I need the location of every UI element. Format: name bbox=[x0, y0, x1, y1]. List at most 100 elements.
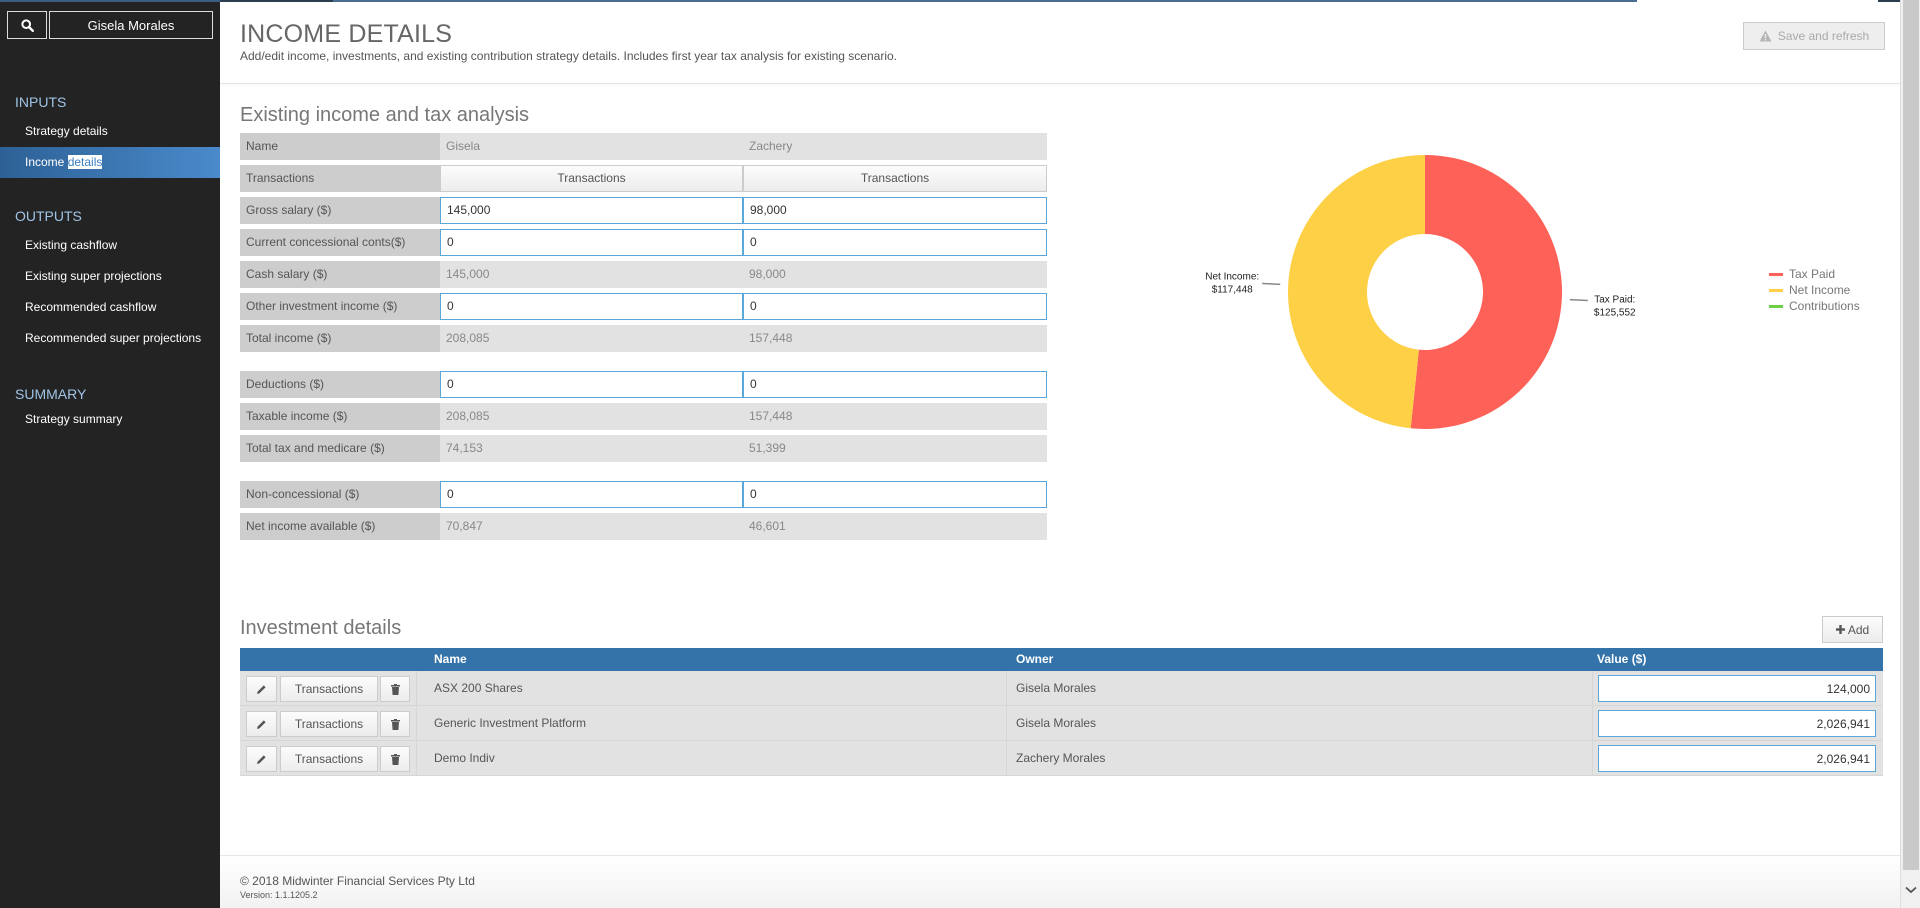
legend-label: Net Income bbox=[1789, 283, 1851, 297]
income-row-total-tax: Total tax and medicare ($) 74,153 51,399 bbox=[240, 435, 1047, 462]
column-header-owner: Owner bbox=[1016, 652, 1054, 666]
zachery-non-concessional-input[interactable] bbox=[743, 481, 1047, 508]
row-label: Cash salary ($) bbox=[240, 261, 440, 288]
pencil-icon bbox=[257, 684, 266, 694]
nav-section-inputs: INPUTS Strategy details Income details bbox=[0, 92, 220, 178]
zachery-concessional-input[interactable] bbox=[743, 229, 1047, 256]
page-header: INCOME DETAILS Add/edit income, investme… bbox=[220, 2, 1900, 84]
transactions-button[interactable]: Transactions bbox=[280, 746, 378, 772]
income-row-other-investment: Other investment income ($) bbox=[240, 293, 1047, 320]
gisela-taxable-income: 208,085 bbox=[440, 403, 743, 430]
row-label: Gross salary ($) bbox=[240, 197, 440, 224]
legend-swatch-net-income bbox=[1769, 288, 1783, 292]
row-label: Taxable income ($) bbox=[240, 403, 440, 430]
income-row-taxable-income: Taxable income ($) 208,085 157,448 bbox=[240, 403, 1047, 430]
zachery-cash-salary: 98,000 bbox=[743, 261, 1047, 288]
legend-label: Contributions bbox=[1789, 299, 1860, 313]
label-connector bbox=[1569, 298, 1588, 302]
sidebar-item-strategy-details[interactable]: Strategy details bbox=[0, 116, 220, 147]
gisela-cash-salary: 145,000 bbox=[440, 261, 743, 288]
delete-button[interactable] bbox=[380, 711, 410, 737]
investment-value-input[interactable] bbox=[1598, 710, 1876, 737]
nav-heading-inputs: INPUTS bbox=[15, 94, 67, 110]
investment-value-input[interactable] bbox=[1598, 745, 1876, 772]
income-row-gross-salary: Gross salary ($) bbox=[240, 197, 1047, 224]
sidebar-item-existing-super-projections[interactable]: Existing super projections bbox=[0, 261, 220, 292]
investment-table-header: Name Owner Value ($) bbox=[240, 648, 1883, 671]
gisela-deductions-input[interactable] bbox=[440, 371, 743, 398]
row-label: Transactions bbox=[240, 165, 440, 192]
delete-button[interactable] bbox=[380, 676, 410, 702]
investment-owner: Zachery Morales bbox=[1016, 751, 1106, 765]
label-connector bbox=[1262, 282, 1281, 286]
slice-value-label: $117,448 bbox=[1212, 284, 1253, 295]
gisela-total-income: 208,085 bbox=[440, 325, 743, 352]
investment-table: Name Owner Value ($) Transactions ASX 20… bbox=[240, 648, 1883, 776]
zachery-total-income: 157,448 bbox=[743, 325, 1047, 352]
table-row: Transactions Demo Indiv Zachery Morales bbox=[240, 741, 1883, 776]
row-label: Deductions ($) bbox=[240, 371, 440, 398]
zachery-transactions-button[interactable]: Transactions bbox=[743, 165, 1047, 192]
transactions-button[interactable]: Transactions bbox=[280, 676, 378, 702]
row-label: Total tax and medicare ($) bbox=[240, 435, 440, 462]
scroll-down-button[interactable] bbox=[1901, 880, 1920, 900]
zachery-other-investment-input[interactable] bbox=[743, 293, 1047, 320]
donut-slice-tax-paid[interactable] bbox=[1410, 155, 1562, 429]
sidebar-item-existing-cashflow[interactable]: Existing cashflow bbox=[0, 230, 220, 261]
search-icon bbox=[20, 18, 34, 32]
gisela-gross-salary-input[interactable] bbox=[440, 197, 743, 224]
donut-slice-net-income[interactable] bbox=[1288, 155, 1425, 429]
zachery-gross-salary-input[interactable] bbox=[743, 197, 1047, 224]
sidebar-item-income-details[interactable]: Income details bbox=[0, 147, 220, 178]
edit-button[interactable] bbox=[246, 676, 277, 702]
gisela-non-concessional-input[interactable] bbox=[440, 481, 743, 508]
row-label: Total income ($) bbox=[240, 325, 440, 352]
legend-item-net-income[interactable]: Net Income bbox=[1769, 282, 1860, 298]
page-title: INCOME DETAILS bbox=[240, 20, 453, 48]
nav-section-summary: SUMMARY Strategy summary bbox=[0, 384, 220, 435]
legend-item-contributions[interactable]: Contributions bbox=[1769, 298, 1860, 314]
trash-icon bbox=[390, 753, 400, 765]
gisela-transactions-button[interactable]: Transactions bbox=[440, 165, 743, 192]
save-and-refresh-button[interactable]: Save and refresh bbox=[1743, 22, 1885, 50]
investment-name: Generic Investment Platform bbox=[434, 716, 587, 730]
transactions-button[interactable]: Transactions bbox=[280, 711, 378, 737]
income-row-total-income: Total income ($) 208,085 157,448 bbox=[240, 325, 1047, 352]
gisela-concessional-input[interactable] bbox=[440, 229, 743, 256]
row-label: Non-concessional ($) bbox=[240, 481, 440, 508]
zachery-taxable-income: 157,448 bbox=[743, 403, 1047, 430]
chevron-down-icon bbox=[1905, 886, 1917, 894]
slice-label: Tax Paid: bbox=[1594, 295, 1635, 306]
trash-icon bbox=[390, 683, 400, 695]
search-button[interactable] bbox=[7, 11, 47, 39]
investment-value-input[interactable] bbox=[1598, 675, 1876, 702]
sidebar-item-recommended-super-projections[interactable]: Recommended super projections bbox=[0, 323, 220, 354]
add-investment-button[interactable]: Add bbox=[1822, 616, 1883, 643]
vertical-scrollbar[interactable] bbox=[1900, 0, 1920, 908]
legend-item-tax-paid[interactable]: Tax Paid bbox=[1769, 266, 1860, 282]
zachery-deductions-input[interactable] bbox=[743, 371, 1047, 398]
column-header-name: Name bbox=[434, 652, 467, 666]
pencil-icon bbox=[257, 719, 266, 729]
legend-label: Tax Paid bbox=[1789, 267, 1836, 281]
scrollbar-thumb[interactable] bbox=[1903, 0, 1919, 870]
row-label: Current concessional conts($) bbox=[240, 229, 440, 256]
sidebar-item-recommended-cashflow[interactable]: Recommended cashflow bbox=[0, 292, 220, 323]
gisela-other-investment-input[interactable] bbox=[440, 293, 743, 320]
edit-button[interactable] bbox=[246, 746, 277, 772]
edit-button[interactable] bbox=[246, 711, 277, 737]
gisela-total-tax: 74,153 bbox=[440, 435, 743, 462]
delete-button[interactable] bbox=[380, 746, 410, 772]
income-row-transactions: Transactions Transactions Transactions bbox=[240, 165, 1047, 192]
table-row: Transactions ASX 200 Shares Gisela Moral… bbox=[240, 671, 1883, 706]
legend-swatch-contributions bbox=[1769, 304, 1783, 308]
page-subtitle: Add/edit income, investments, and existi… bbox=[240, 49, 897, 63]
sidebar-item-label: Income bbox=[25, 155, 68, 169]
legend-swatch-tax-paid bbox=[1769, 272, 1783, 276]
sidebar-item-strategy-summary[interactable]: Strategy summary bbox=[0, 404, 220, 435]
client-selector-button[interactable]: Gisela Morales bbox=[49, 11, 213, 39]
chart-legend: Tax Paid Net Income Contributions bbox=[1769, 266, 1860, 314]
income-row-deductions: Deductions ($) bbox=[240, 371, 1047, 398]
main-content: INCOME DETAILS Add/edit income, investme… bbox=[220, 0, 1900, 908]
save-button-label: Save and refresh bbox=[1777, 29, 1870, 43]
